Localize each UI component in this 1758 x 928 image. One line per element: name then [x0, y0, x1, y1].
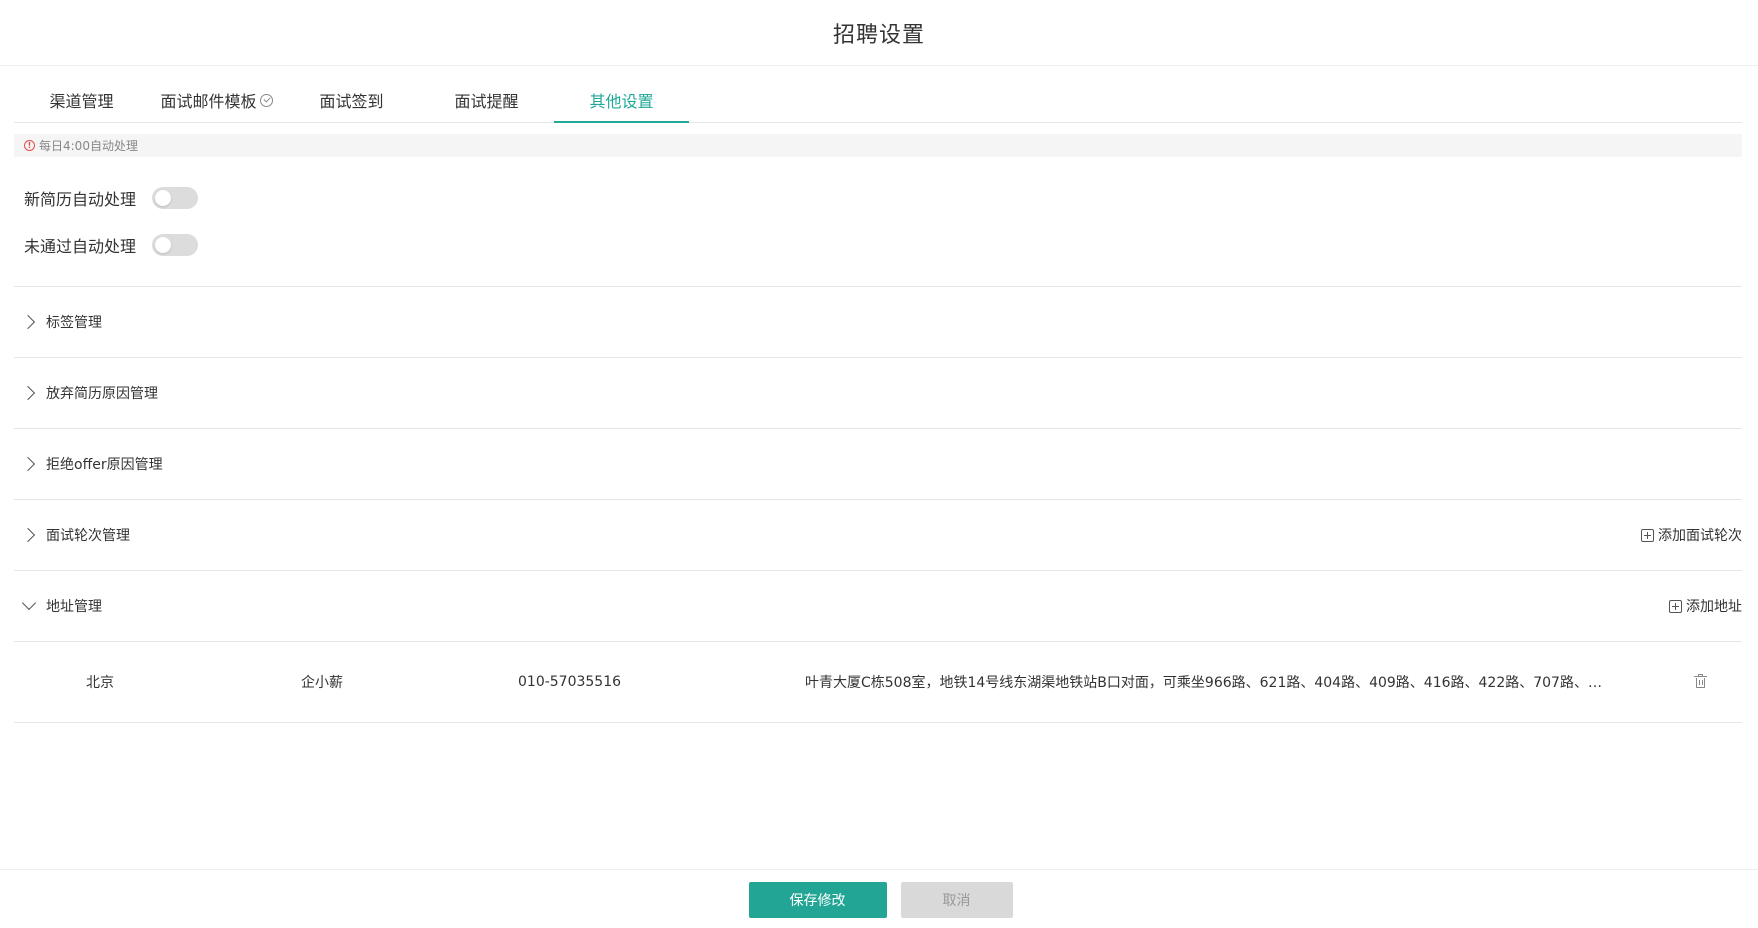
tab-interview-email-template[interactable]: 面试邮件模板	[149, 78, 284, 122]
toggle-label: 新简历自动处理	[24, 189, 137, 209]
add-address-button[interactable]: 添加地址	[1669, 596, 1742, 616]
plus-square-icon	[1669, 599, 1682, 613]
chevron-right-icon	[20, 313, 38, 331]
chevron-right-icon	[20, 384, 38, 402]
toggle-label: 未通过自动处理	[24, 236, 137, 256]
section-label: 地址管理	[46, 599, 102, 615]
auto-process-toggles: 新简历自动处理 未通过自动处理	[14, 157, 1742, 268]
new-resume-auto-process-switch[interactable]	[152, 186, 198, 209]
page-header: 招聘设置	[0, 0, 1758, 66]
section-interview-round-management[interactable]: 面试轮次管理 添加面试轮次	[14, 500, 1742, 571]
check-circle-icon	[259, 93, 273, 107]
chevron-down-icon	[20, 597, 38, 615]
warning-icon: !	[24, 140, 35, 151]
section-abandon-reason-management[interactable]: 放弃简历原因管理	[14, 358, 1742, 429]
footer-actions: 保存修改 取消	[0, 869, 1758, 928]
cancel-button[interactable]: 取消	[900, 882, 1013, 918]
auto-process-notice: ! 每日4:00自动处理	[14, 134, 1742, 157]
toggle-row-new-resume: 新简历自动处理	[14, 174, 1742, 221]
section-label: 标签管理	[46, 315, 102, 331]
section-label: 拒绝offer原因管理	[46, 457, 163, 473]
tab-channel-management[interactable]: 渠道管理	[14, 78, 149, 122]
section-label: 面试轮次管理	[46, 528, 130, 544]
plus-square-icon	[1641, 528, 1654, 542]
not-passed-auto-process-switch[interactable]	[152, 233, 198, 256]
toggle-row-not-passed: 未通过自动处理	[14, 221, 1742, 268]
page-title: 招聘设置	[832, 22, 925, 48]
settings-section-list: 标签管理 放弃简历原因管理 拒绝offer原因管理 面试轮次管理 添加面试轮次 …	[14, 286, 1742, 723]
section-label: 放弃简历原因管理	[46, 386, 158, 402]
tab-interview-reminder[interactable]: 面试提醒	[419, 78, 554, 122]
address-phone: 010-57035516	[518, 674, 622, 690]
chevron-right-icon	[20, 455, 38, 473]
delete-address-trash-icon[interactable]	[1694, 674, 1707, 689]
tab-other-settings[interactable]: 其他设置	[554, 78, 689, 123]
add-interview-round-button[interactable]: 添加面试轮次	[1641, 525, 1742, 545]
section-address-management[interactable]: 地址管理 添加地址	[14, 571, 1742, 642]
section-reject-offer-reason-management[interactable]: 拒绝offer原因管理	[14, 429, 1742, 500]
chevron-right-icon	[20, 526, 38, 544]
save-button[interactable]: 保存修改	[748, 882, 887, 918]
address-row: 北京 企小薪 010-57035516 叶青大厦C栋508室，地铁14号线东湖渠…	[14, 642, 1742, 723]
section-tag-management[interactable]: 标签管理	[14, 287, 1742, 358]
settings-content: 渠道管理 面试邮件模板 面试签到 面试提醒 其他设置 ! 每日4:00自动处理 …	[14, 66, 1742, 723]
notice-text: 每日4:00自动处理	[39, 139, 138, 153]
address-contact-name: 企小薪	[301, 675, 343, 691]
tab-bar: 渠道管理 面试邮件模板 面试签到 面试提醒 其他设置	[14, 66, 1742, 123]
address-detail: 叶青大厦C栋508室，地铁14号线东湖渠地铁站B口对面，可乘坐966路、621路…	[805, 675, 1605, 691]
address-city: 北京	[86, 675, 114, 691]
tab-interview-checkin[interactable]: 面试签到	[284, 78, 419, 122]
